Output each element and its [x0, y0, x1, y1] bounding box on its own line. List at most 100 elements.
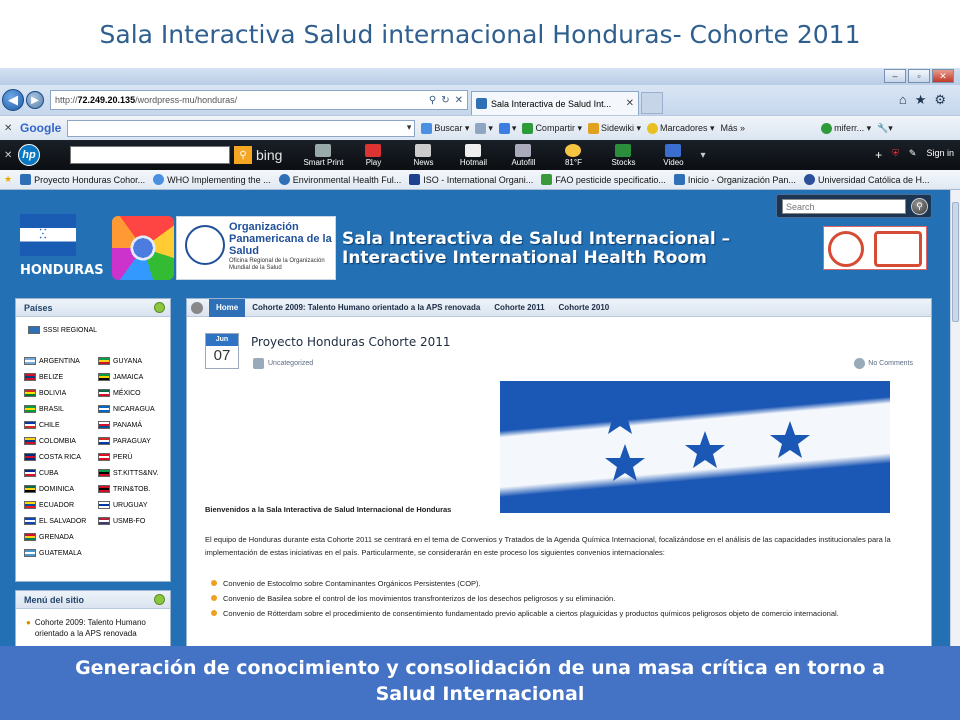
- stop-icon[interactable]: ✕: [455, 95, 463, 106]
- refresh-icon[interactable]: ↻: [441, 95, 449, 106]
- country-link[interactable]: BOLIVIA: [24, 387, 98, 399]
- country-flag-icon: [24, 469, 36, 477]
- country-link[interactable]: EL SALVADOR: [24, 515, 98, 527]
- sidewiki-button[interactable]: Sidewiki ▾: [587, 122, 641, 134]
- settings-icon[interactable]: ✎: [909, 148, 917, 162]
- country-link[interactable]: ARGENTINA: [24, 355, 98, 367]
- post-title[interactable]: Proyecto Honduras Cohorte 2011: [251, 335, 451, 349]
- shield-icon[interactable]: ⛨: [892, 148, 899, 162]
- account-button[interactable]: miferr... ▾: [821, 122, 871, 134]
- slide-footer: Generación de conocimiento y consolidaci…: [0, 646, 960, 720]
- country-link[interactable]: ECUADOR: [24, 499, 98, 511]
- bing-search-input[interactable]: [70, 146, 230, 164]
- nav-cohorte-2011[interactable]: Cohorte 2011: [487, 299, 551, 317]
- close-button[interactable]: ✕: [932, 69, 954, 83]
- country-link[interactable]: USMB-FO: [98, 515, 170, 527]
- country-list: ARGENTINA GUYANA BELIZE JAMAICA BOLIVIA MÉXIC…: [24, 355, 170, 559]
- country-name: USMB-FO: [113, 517, 146, 525]
- nav-cohorte-2010[interactable]: Cohorte 2010: [552, 299, 617, 317]
- favorite-link[interactable]: Inicio - Organización Pan...: [673, 174, 796, 185]
- convenios-list: Convenio de Estocolmo sobre Contaminante…: [211, 577, 911, 622]
- forward-button[interactable]: ▶: [26, 91, 44, 109]
- maximize-button[interactable]: ▫: [908, 69, 930, 83]
- back-button[interactable]: ◀: [2, 89, 24, 111]
- smart-print-button[interactable]: Smart Print: [300, 143, 346, 167]
- compartir-button[interactable]: Compartir ▾: [522, 122, 582, 134]
- menu-widget: Menú del sitio ● Cohorte 2009: Talento Hu…: [15, 590, 171, 646]
- country-link[interactable]: GUATEMALA: [24, 547, 98, 559]
- search-icon[interactable]: ⚲: [911, 198, 928, 215]
- favorite-link[interactable]: ISO - International Organi...: [409, 174, 533, 185]
- gear-icon[interactable]: ⚙: [934, 92, 946, 108]
- country-link[interactable]: MÉXICO: [98, 387, 170, 399]
- mas-button[interactable]: Más »: [721, 123, 746, 133]
- toggle-icon[interactable]: [154, 594, 165, 605]
- country-link[interactable]: PARAGUAY: [98, 435, 170, 447]
- wrench-icon[interactable]: 🔧▾: [877, 123, 893, 134]
- scroll-thumb[interactable]: [952, 202, 959, 322]
- country-link[interactable]: PANAMÁ: [98, 419, 170, 431]
- menu-link[interactable]: ● Cohorte 2009: Talento Humano orientado …: [26, 617, 170, 639]
- signin-link[interactable]: Sign in: [926, 148, 954, 162]
- favorite-link[interactable]: Proyecto Honduras Cohor...: [20, 174, 145, 185]
- autofill-button[interactable]: Autofill: [500, 143, 546, 167]
- country-link[interactable]: JAMAICA: [98, 371, 170, 383]
- country-link[interactable]: GRENADA: [24, 531, 98, 543]
- country-link[interactable]: ST.KITTS&NV.: [98, 467, 170, 479]
- google-toolbar: ✕ Google Buscar ▾ ▾ ▾ Compartir ▾ Sidewi…: [0, 115, 960, 140]
- site-search-input[interactable]: [782, 199, 906, 214]
- post-category[interactable]: Uncategorized: [253, 358, 313, 369]
- favorites-star-icon[interactable]: ★: [915, 92, 927, 108]
- buscar-button[interactable]: Buscar ▾: [421, 122, 469, 134]
- country-link[interactable]: CHILE: [24, 419, 98, 431]
- video-button[interactable]: Video: [650, 143, 696, 167]
- home-icon[interactable]: ⌂: [899, 92, 907, 108]
- minimize-button[interactable]: –: [884, 69, 906, 83]
- add-icon[interactable]: +: [875, 148, 882, 162]
- nav-home[interactable]: Home: [209, 298, 246, 317]
- news-button[interactable]: News: [400, 143, 446, 167]
- bing-search-icon[interactable]: ⚲: [234, 146, 252, 164]
- country-link[interactable]: BRASIL: [24, 403, 98, 415]
- favorite-link[interactable]: WHO Implementing the ...: [153, 174, 271, 185]
- country-link[interactable]: PERÚ: [98, 451, 170, 463]
- search-icon[interactable]: ⚲: [429, 95, 436, 106]
- marcadores-button[interactable]: Marcadores ▾: [647, 122, 715, 134]
- new-tab-button[interactable]: [641, 92, 663, 114]
- google-search-input[interactable]: [67, 119, 416, 137]
- favorites-star-icon[interactable]: ★: [4, 174, 12, 185]
- country-link[interactable]: BELIZE: [24, 371, 98, 383]
- plus-icon-button[interactable]: ▾: [498, 122, 516, 134]
- country-link[interactable]: URUGUAY: [98, 499, 170, 511]
- post-comments[interactable]: No Comments: [854, 358, 913, 369]
- close-toolbar-icon[interactable]: ✕: [4, 123, 14, 134]
- plus-icon: [498, 122, 510, 134]
- vertical-scrollbar[interactable]: [950, 190, 960, 646]
- country-link[interactable]: CUBA: [24, 467, 98, 479]
- country-link[interactable]: GUYANA: [98, 355, 170, 367]
- stocks-button[interactable]: Stocks: [600, 143, 646, 167]
- country-link[interactable]: COLOMBIA: [24, 435, 98, 447]
- address-bar[interactable]: http:// 72.249.20.135 /wordpress-mu/hond…: [50, 90, 468, 110]
- hotmail-button[interactable]: Hotmail: [450, 143, 496, 167]
- favicon-icon: [409, 174, 421, 185]
- play-button[interactable]: Play: [350, 143, 396, 167]
- toggle-icon[interactable]: [154, 302, 165, 313]
- pages-icon-button[interactable]: ▾: [475, 122, 493, 134]
- country-link[interactable]: NICARAGUA: [98, 403, 170, 415]
- weather-button[interactable]: 81°F: [550, 143, 596, 167]
- country-link[interactable]: COSTA RICA: [24, 451, 98, 463]
- regional-link[interactable]: SSSI REGIONAL: [28, 326, 97, 334]
- country-link[interactable]: DOMINICA: [24, 483, 98, 495]
- favorite-link[interactable]: Universidad Católica de H...: [803, 174, 930, 185]
- nav-cohorte-2009[interactable]: Cohorte 2009: Talento Humano orientado a…: [245, 299, 487, 317]
- more-icon[interactable]: ▾: [700, 150, 705, 161]
- close-tab-icon[interactable]: ✕: [626, 98, 634, 109]
- country-flag-icon: [98, 469, 110, 477]
- weather-icon: [565, 143, 582, 157]
- favorite-link[interactable]: Environmental Health Ful...: [278, 174, 401, 185]
- favorite-link[interactable]: FAO pesticide specificatio...: [541, 174, 666, 185]
- country-link[interactable]: TRIN&TOB.: [98, 483, 170, 495]
- close-toolbar-icon[interactable]: ✕: [4, 150, 14, 161]
- tab-active[interactable]: Sala Interactiva de Salud Int... ✕: [471, 91, 639, 115]
